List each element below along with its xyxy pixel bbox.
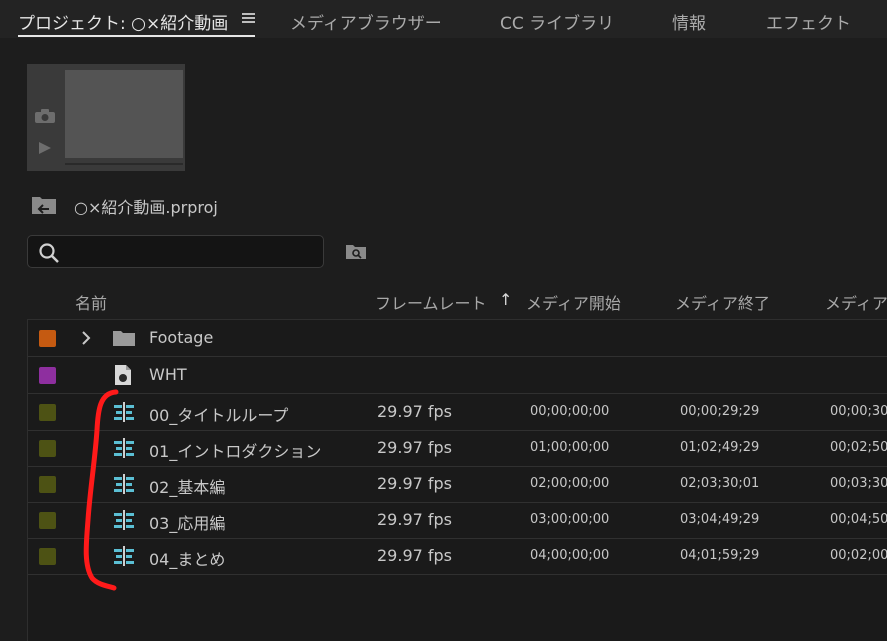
preview-frame [65,70,183,158]
camera-icon[interactable] [34,108,56,124]
item-media-end: 00;00;29;29 [680,404,760,419]
column-header-name[interactable]: 名前 [75,290,107,314]
item-name: Footage [149,328,214,347]
item-media-start: 01;00;00;00 [530,440,610,455]
tab-cc-libraries[interactable]: CC ライブラリ [500,9,614,34]
item-frame-rate: 29.97 fps [377,438,453,457]
item-frame-rate: 29.97 fps [377,402,453,421]
project-file-name: ○×紹介動画.prproj [74,198,218,217]
tab-truncation-mask [236,2,241,32]
item-media-start: 04;00;00;00 [530,548,610,563]
tab-project[interactable]: プロジェクト: ○×紹介動画 [18,9,228,34]
list-item-sequence[interactable]: 03_応用編 29.97 fps 03;00;00;00 03;04;49;29… [28,502,887,539]
preview-scrubber[interactable] [65,163,183,165]
folder-icon [113,331,135,346]
label-color-swatch[interactable] [39,512,56,529]
list-item-file[interactable]: WHT [28,357,887,394]
sort-ascending-icon[interactable]: ↑ [499,290,512,309]
tab-info[interactable]: 情報 [672,9,706,34]
label-color-swatch[interactable] [39,367,56,384]
item-name: 01_イントロダクション [149,442,322,461]
label-color-swatch[interactable] [39,476,56,493]
item-media-duration: 00;02;50 [830,440,887,455]
tab-media-browser[interactable]: メディアブラウザー [290,9,442,34]
item-name: 03_応用編 [149,514,226,533]
project-item-list: Footage WHT 00_タイトルループ 29.97 fps 00;00;0… [27,319,887,641]
item-frame-rate: 29.97 fps [377,510,453,529]
item-media-start: 03;00;00;00 [530,512,610,527]
preview-thumbnail[interactable] [27,64,185,171]
item-media-end: 03;04;49;29 [680,512,760,527]
tab-effects[interactable]: エフェクト [766,9,851,34]
item-name: 00_タイトルループ [149,406,289,425]
chevron-right-icon[interactable] [80,331,92,345]
column-header-media-end[interactable]: メディア終了 [675,290,770,314]
column-header-media-duration[interactable]: メディア [825,290,887,314]
panel-tab-bar: プロジェクト: ○×紹介動画 メディアブラウザー CC ライブラリ 情報 エフェ… [0,0,887,38]
hamburger-menu-icon[interactable] [242,12,255,24]
list-item-sequence[interactable]: 00_タイトルループ 29.97 fps 00;00;00;00 00;00;2… [28,394,887,431]
label-color-swatch[interactable] [39,440,56,457]
list-item-sequence[interactable]: 02_基本編 29.97 fps 02;00;00;00 02;03;30;01… [28,466,887,503]
label-color-swatch[interactable] [39,404,56,421]
sequence-icon [114,438,134,458]
item-name: 02_基本編 [149,478,226,497]
search-input[interactable] [27,235,324,268]
item-media-start: 00;00;00;00 [530,404,610,419]
sequence-icon [114,474,134,494]
parent-folder-icon[interactable] [31,193,57,215]
column-header-frame-rate[interactable]: フレームレート [375,290,487,314]
search-icon [39,243,59,263]
find-icon[interactable] [345,242,367,260]
item-media-duration: 00;03;30 [830,476,887,491]
label-color-swatch[interactable] [39,548,56,565]
column-header-media-start[interactable]: メディア開始 [526,290,621,314]
sequence-icon [114,402,134,422]
play-icon[interactable] [37,140,53,156]
item-media-duration: 00;02;00 [830,548,887,563]
list-item-folder[interactable]: Footage [28,320,887,357]
item-media-end: 02;03;30;01 [680,476,760,491]
item-name: WHT [149,365,187,384]
list-item-sequence[interactable]: 04_まとめ 29.97 fps 04;00;00;00 04;01;59;29… [28,538,887,575]
item-media-start: 02;00;00;00 [530,476,610,491]
item-frame-rate: 29.97 fps [377,474,453,493]
item-media-duration: 00;04;50 [830,512,887,527]
label-color-swatch[interactable] [39,330,56,347]
item-media-end: 01;02;49;29 [680,440,760,455]
item-media-end: 04;01;59;29 [680,548,760,563]
sequence-icon [114,546,134,566]
item-media-duration: 00;00;30 [830,404,887,419]
item-name: 04_まとめ [149,550,226,569]
sequence-icon [114,510,134,530]
list-item-sequence[interactable]: 01_イントロダクション 29.97 fps 01;00;00;00 01;02… [28,430,887,467]
active-tab-indicator [18,35,255,37]
item-frame-rate: 29.97 fps [377,546,453,565]
file-icon [115,365,131,385]
